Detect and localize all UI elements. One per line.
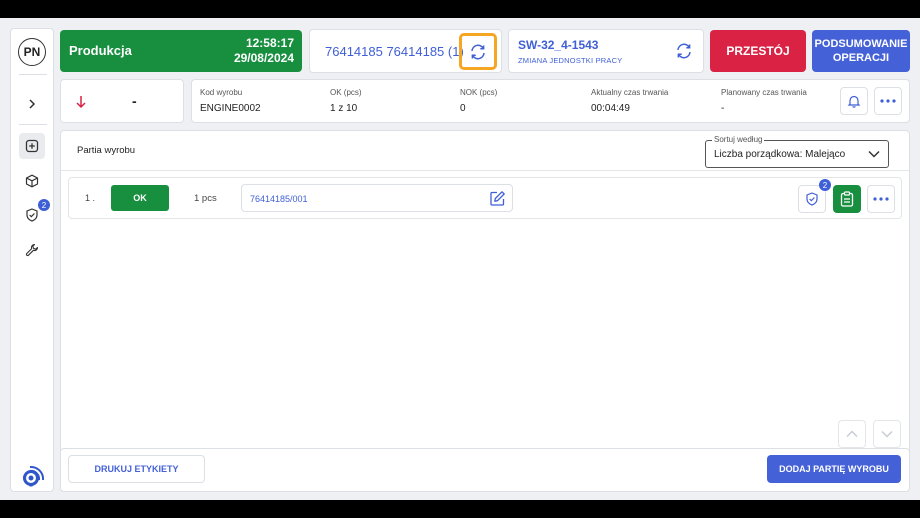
more-horizontal-icon [880,99,896,103]
sidebar-item-products[interactable] [19,168,45,194]
gear-logo-icon [20,463,46,489]
bell-icon [847,95,861,108]
print-labels-button[interactable]: DRUKUJ ETYKIETY [68,455,205,483]
chevron-up-icon [846,430,858,438]
wrench-icon [25,243,39,257]
shield-check-icon [26,208,38,222]
batch-panel: Partia wyrobu Sortuj według Liczba porzą… [60,130,910,455]
arrow-down-icon [76,96,86,109]
row-quality-badge: 2 [819,179,831,191]
more-horizontal-icon [873,197,889,201]
app-window: PN 2 Produkcja 12:58:17 29/08/2024 76414… [0,18,920,500]
row-status-ok-button[interactable]: OK [111,185,169,211]
add-batch-button[interactable]: DODAJ PARTIĘ WYROBU [767,455,901,483]
edit-icon[interactable] [489,190,506,207]
operation-summary-button[interactable]: PODSUMOWANIE OPERACJI [812,30,910,72]
add-box-icon [25,139,39,153]
nok-value: 0 [460,103,466,114]
order-refresh-button[interactable] [459,33,497,70]
shield-check-icon [806,192,818,206]
sidebar-divider [19,124,47,125]
chevron-right-icon [29,99,36,109]
avatar[interactable]: PN [18,38,46,66]
clipboard-icon [840,191,854,207]
serial-number: 76414185/001 [250,194,308,204]
nok-label: NOK (pcs) [460,88,498,97]
order-number: 76414185 76414185 (1) [325,44,464,59]
row-quantity: 1 pcs [194,193,217,204]
sidebar-divider [19,74,47,75]
row-more-options-button[interactable] [867,185,895,213]
batch-panel-header: Partia wyrobu Sortuj według Liczba porzą… [61,131,909,171]
product-code-label: Kod wyrobu [200,88,243,97]
workstation-selector[interactable]: SW-32_4-1543 ZMIANA JEDNOSTKI PRACY [508,29,704,73]
sidebar-expand-button[interactable] [19,91,45,117]
footer-bar: DRUKUJ ETYKIETY DODAJ PARTIĘ WYROBU [60,448,910,492]
status-time: 12:58:17 [245,36,294,50]
more-options-button[interactable] [874,87,902,115]
direction-panel: - [60,79,184,123]
planned-duration-label: Planowany czas trwania [721,88,807,97]
workstation-code: SW-32_4-1543 [518,38,599,52]
ok-value: 1 z 10 [330,103,358,114]
status-label: Produkcja [69,43,132,58]
batch-title: Partia wyrobu [77,145,136,156]
workstation-change-label[interactable]: ZMIANA JEDNOSTKI PRACY [518,56,622,65]
sort-select[interactable]: Sortuj według Liczba porządkowa: Malejąc… [705,135,889,168]
product-code-value: ENGINE0002 [200,103,261,114]
sort-value: Liczba porządkowa: Malejąco [714,149,846,160]
notifications-button[interactable] [840,87,868,115]
refresh-icon[interactable] [675,42,693,60]
serial-number-field[interactable]: 76414185/001 [241,184,513,212]
direction-value: - [132,93,137,109]
operation-info: Kod wyrobu ENGINE0002 OK (pcs) 1 z 10 NO… [191,79,910,123]
current-duration-label: Aktualny czas trwania [591,88,669,97]
sidebar-item-tools[interactable] [19,237,45,263]
table-row: 1 . OK 1 pcs 76414185/001 2 [68,177,902,219]
scroll-down-button[interactable] [873,420,901,448]
scroll-up-button[interactable] [838,420,866,448]
current-duration-value: 00:04:49 [591,103,630,114]
chevron-down-icon [868,150,880,158]
sidebar-quality-badge: 2 [38,199,50,211]
order-selector[interactable]: 76414185 76414185 (1) [309,29,502,73]
sidebar: PN 2 [10,28,54,492]
chevron-down-icon [881,430,893,438]
sort-legend: Sortuj według [712,135,765,144]
status-date: 29/08/2024 [233,51,294,65]
row-index: 1 . [85,193,96,203]
planned-duration-value: - [721,103,725,114]
production-status: Produkcja 12:58:17 29/08/2024 [60,30,302,72]
refresh-icon [471,44,485,59]
row-clipboard-button[interactable] [833,185,861,213]
status-datetime: 12:58:17 29/08/2024 [234,36,294,66]
sidebar-item-add[interactable] [19,133,45,159]
cube-icon [25,174,39,188]
downtime-button[interactable]: PRZESTÓJ [710,30,806,72]
ok-label: OK (pcs) [330,88,362,97]
